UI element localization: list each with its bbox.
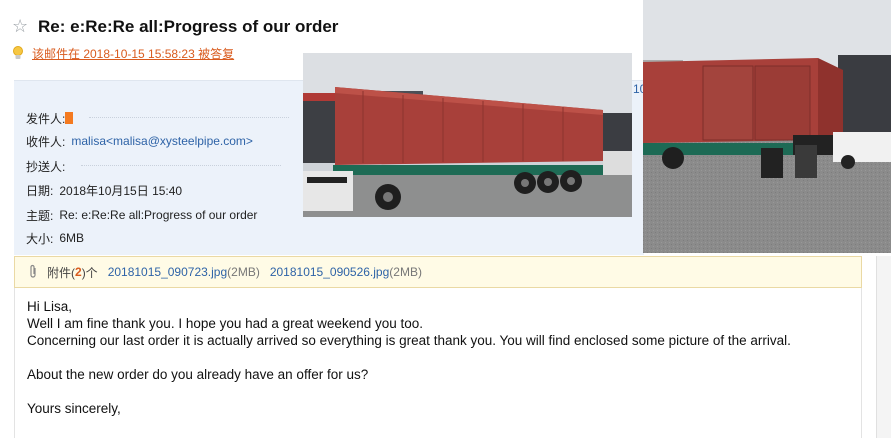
size-label: 大小: — [26, 231, 54, 246]
from-label: 发件人: — [26, 111, 66, 126]
attachment-photo-1[interactable] — [303, 53, 632, 217]
attachment-count: 2 — [75, 265, 82, 279]
body-line: Well I am fine thank you. I hope you had… — [27, 316, 424, 331]
body-line: Hi Lisa, — [27, 299, 73, 314]
sender-obscured — [89, 116, 290, 120]
body-line: About the new order do you already have … — [27, 367, 369, 382]
cc-obscured — [81, 164, 282, 168]
recipient-link[interactable]: malisa<malisa@xysteelpipe.com> — [71, 134, 253, 148]
reply-note: 该邮件在 2018-10-15 15:58:23 被答复 — [12, 44, 234, 62]
reply-note-link[interactable]: 该邮件在 2018-10-15 15:58:23 被答复 — [32, 45, 234, 62]
body-blank-line — [27, 383, 791, 400]
date-row: 日期: 2018年10月15日 15:40 — [26, 181, 182, 199]
cc-row: 抄送人: — [26, 157, 282, 175]
subject-value: Re: e:Re:Re all:Progress of our order — [59, 208, 258, 222]
paperclip-icon — [30, 264, 36, 278]
size-row: 大小: 6MB — [26, 229, 84, 247]
to-label: 收件人: — [26, 134, 66, 149]
attachment-label-suffix: )个 — [81, 265, 98, 280]
body-line: Yours sincerely, — [27, 401, 121, 416]
email-subject: Re: e:Re:Re all:Progress of our order — [38, 17, 339, 36]
body-blank-line — [27, 349, 791, 366]
attachment-label-prefix: 附件( — [47, 265, 75, 280]
star-icon[interactable]: ☆ — [12, 16, 32, 36]
subject-row: 主题: Re: e:Re:Re all:Progress of our orde… — [26, 206, 257, 224]
attachment-file-size: (2MB) — [389, 265, 422, 279]
email-body: Hi Lisa, Well I am fine thank you. I hop… — [14, 288, 862, 438]
body-line: Concerning our last order it is actually… — [27, 333, 791, 348]
subject-label: 主题: — [26, 208, 54, 223]
attachment-photo-2[interactable] — [643, 0, 891, 253]
email-body-text: Hi Lisa, Well I am fine thank you. I hop… — [27, 298, 791, 417]
sender-redaction — [65, 112, 74, 124]
attachment-file-link[interactable]: 20181015_090723.jpg — [108, 265, 227, 279]
cc-label: 抄送人: — [26, 159, 66, 174]
to-row: 收件人: malisa<malisa@xysteelpipe.com> — [26, 132, 253, 150]
lightbulb-icon — [13, 46, 23, 59]
date-label: 日期: — [26, 183, 54, 198]
attachment-file-link[interactable]: 20181015_090526.jpg — [270, 265, 389, 279]
date-value: 2018年10月15日 15:40 — [59, 183, 183, 198]
attachment-file-size: (2MB) — [227, 265, 260, 279]
size-value: 6MB — [59, 231, 85, 245]
scrollbar-track[interactable] — [876, 256, 891, 438]
attachment-bar: 附件(2)个 20181015_090723.jpg (2MB) 20181015… — [14, 256, 862, 288]
from-row: 发件人: — [26, 109, 290, 127]
